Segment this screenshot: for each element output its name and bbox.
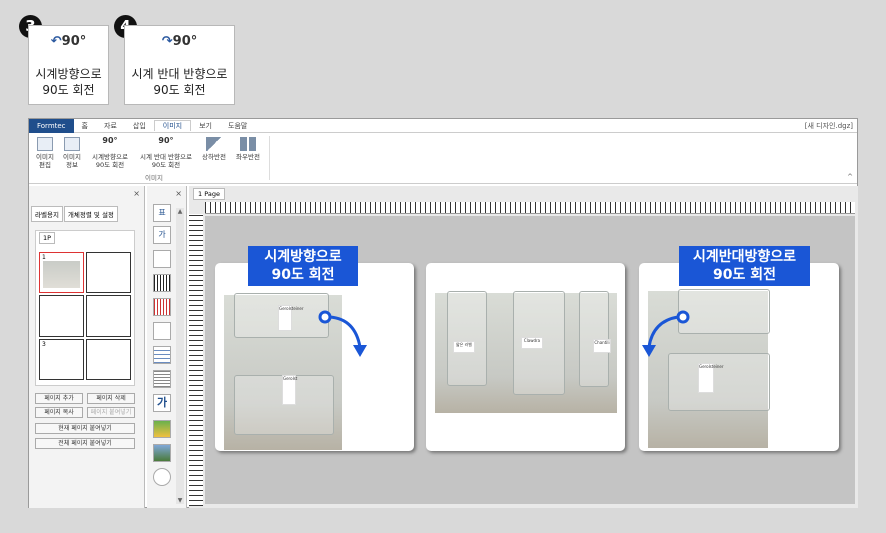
barcode-tool-icon[interactable] <box>153 274 171 292</box>
cd-tool-icon[interactable] <box>153 468 171 486</box>
table-tool-icon[interactable]: 표 <box>153 204 171 222</box>
label-card[interactable]: Gerolsteiner Gerolst <box>215 263 414 451</box>
page-tab-1p[interactable]: 1P <box>39 232 56 244</box>
close-icon[interactable]: × <box>133 189 140 198</box>
flip-horizontal-button[interactable]: 좌우반전 <box>234 137 262 161</box>
panel-tabs: 라벨용지 개체정렬 및 설정 <box>31 206 119 222</box>
scroll-up-icon[interactable]: ▲ <box>176 208 184 215</box>
delete-page-button[interactable]: 페이지 삭제 <box>87 393 135 404</box>
tab-object-align[interactable]: 개체정렬 및 설정 <box>63 206 118 222</box>
original-photo[interactable]: 얇은 라벨 Clawdra Chantili <box>435 291 617 413</box>
image-info-icon <box>64 137 80 151</box>
object-toolbar: × 표 가 가 ▲ ▼ <box>147 186 187 508</box>
rotate-ccw-icon: ↷90° <box>161 34 198 49</box>
paste-page-button[interactable]: 페이지 붙여넣기 <box>87 407 135 418</box>
label-card[interactable]: 얇은 라벨 Clawdra Chantili <box>426 263 625 451</box>
font-tool-icon[interactable]: 가 <box>153 394 171 412</box>
menu-bar: Formtec 홈 자료 삽입 이미지 보기 도움말 [새 디자인.dgz] <box>29 118 857 133</box>
page-thumbnail[interactable]: 1 <box>39 252 84 294</box>
bottle-tag: Chantili <box>593 339 611 353</box>
flip-vertical-icon <box>206 137 222 151</box>
rotate-ccw-icon: 90° <box>158 136 174 145</box>
rotate-cw-button[interactable]: 90° 시계방향으로 90도 회전 <box>88 136 132 170</box>
picture-tool-icon[interactable] <box>153 322 171 340</box>
image-edit-icon <box>37 137 53 151</box>
rotate-cw-icon: 90° <box>102 136 118 145</box>
page-thumbnail[interactable] <box>39 295 84 337</box>
image-info-button[interactable]: 이미지 정보 <box>61 137 83 169</box>
tab-image[interactable]: 이미지 <box>153 120 192 131</box>
tab-data[interactable]: 자료 <box>96 121 125 131</box>
toolbar-scrollbar[interactable]: ▲ ▼ <box>176 208 184 504</box>
page-thumbnail[interactable] <box>86 295 131 337</box>
tab-label-paper[interactable]: 라벨용지 <box>31 206 63 222</box>
flip-horizontal-icon <box>240 137 256 151</box>
ribbon-collapse-icon[interactable]: ^ <box>847 173 853 181</box>
barcode2-tool-icon[interactable] <box>153 298 171 316</box>
rotate-cw-arrow-icon <box>318 310 367 357</box>
tab-insert[interactable]: 삽입 <box>125 121 154 131</box>
tab-help[interactable]: 도움말 <box>220 121 255 131</box>
image-tool-icon[interactable] <box>153 250 171 268</box>
page-thumbnails: 1 3 <box>39 252 131 380</box>
rotate-cw-caption: 시계방향으로 90도 회전 <box>248 246 358 286</box>
image-edit-button[interactable]: 이미지 편집 <box>34 137 56 169</box>
brand-tab[interactable]: Formtec <box>29 118 74 133</box>
tab-home[interactable]: 홈 <box>74 121 96 131</box>
paste-all-pages-button[interactable]: 전체 페이지 붙여넣기 <box>35 438 135 449</box>
tab-view[interactable]: 보기 <box>191 121 220 131</box>
grid-tool-icon[interactable] <box>153 346 171 364</box>
page-panel: × 라벨용지 개체정렬 및 설정 1P 1 3 페이지 추가 페이지 삭제 페이… <box>29 186 145 508</box>
rotate-ccw-caption: 시계반대방향으로 90도 회전 <box>679 246 810 286</box>
bottle-tag: Clawdra <box>521 337 543 349</box>
paste-current-page-button[interactable]: 현재 페이지 붙여넣기 <box>35 423 135 434</box>
rotate-ccw-arrow-icon <box>642 310 690 357</box>
callout-label: 시계 반대 반향으로 90도 회전 <box>131 67 228 97</box>
add-page-button[interactable]: 페이지 추가 <box>35 393 83 404</box>
bottle-tag: Gerolst <box>282 375 297 405</box>
page-tab[interactable]: 1 Page <box>193 188 225 200</box>
flip-vertical-button[interactable]: 상하반전 <box>200 137 228 161</box>
rotate-ccw-button[interactable]: 90° 시계 반대 반향으로 90도 회전 <box>137 136 195 170</box>
page-thumbnail[interactable]: 3 <box>39 338 84 380</box>
ribbon-group-label: 이미지 <box>145 174 163 182</box>
photo-tool-icon[interactable] <box>153 444 171 462</box>
rotate-cw-callout: ↶90° 시계방향으로 90도 회전 <box>28 25 109 105</box>
label-card[interactable]: Gerolsteiner <box>639 263 839 451</box>
vertical-ruler <box>189 214 203 506</box>
image2-tool-icon[interactable] <box>153 420 171 438</box>
page-thumbnail[interactable] <box>86 252 131 294</box>
bottle-tag: Gerolsteiner <box>698 363 724 393</box>
lines-tool-icon[interactable] <box>153 370 171 388</box>
text-tool-icon[interactable]: 가 <box>153 226 171 244</box>
app-window: Formtec 홈 자료 삽입 이미지 보기 도움말 [새 디자인.dgz] 이… <box>28 118 858 508</box>
bottle-tag: 얇은 라벨 <box>453 341 475 353</box>
page-thumbnail[interactable] <box>86 338 131 380</box>
ribbon-divider <box>269 136 270 180</box>
rotate-cw-icon: ↶90° <box>50 34 87 49</box>
bottle-tag: Gerolsteiner <box>278 305 304 331</box>
scroll-down-icon[interactable]: ▼ <box>176 497 184 504</box>
ribbon: 이미지 편집 이미지 정보 90° 시계방향으로 90도 회전 90° 시계 반대 반… <box>29 133 857 184</box>
callout-label: 시계방향으로 90도 회전 <box>35 67 102 97</box>
design-editor: 1 Page Gerolsteiner Gerolst 얇은 라벨 Clawdr… <box>189 186 858 508</box>
copy-page-button[interactable]: 페이지 복사 <box>35 407 83 418</box>
window-title: [새 디자인.dgz] <box>804 121 853 130</box>
horizontal-ruler <box>205 202 855 214</box>
close-icon[interactable]: × <box>175 189 182 198</box>
rotate-ccw-callout: ↷90° 시계 반대 반향으로 90도 회전 <box>124 25 235 105</box>
